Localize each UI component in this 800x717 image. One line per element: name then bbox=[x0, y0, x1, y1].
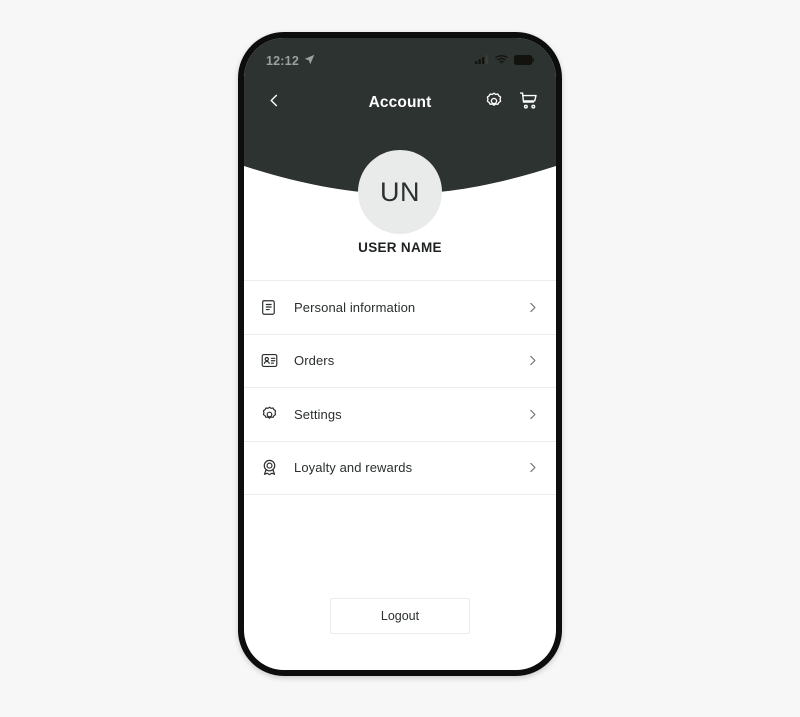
logout-section: Logout bbox=[244, 598, 556, 634]
menu-item-settings[interactable]: Settings bbox=[244, 388, 556, 441]
menu-item-loyalty-and-rewards[interactable]: Loyalty and rewards bbox=[244, 441, 556, 494]
menu-item-orders[interactable]: Orders bbox=[244, 334, 556, 387]
status-bar: 12:12 bbox=[244, 52, 556, 70]
avatar-initials: UN bbox=[380, 176, 420, 207]
wifi-icon bbox=[495, 52, 508, 70]
menu-item-label: Loyalty and rewards bbox=[294, 460, 413, 476]
gear-icon bbox=[484, 91, 504, 116]
award-medal-icon bbox=[258, 457, 280, 479]
chevron-left-icon bbox=[267, 93, 282, 113]
id-card-icon bbox=[258, 350, 280, 372]
menu-divider bbox=[244, 494, 556, 495]
document-person-icon bbox=[258, 296, 280, 318]
gear-icon bbox=[258, 403, 280, 425]
location-arrow-icon bbox=[304, 52, 315, 70]
shopping-cart-icon bbox=[518, 90, 539, 116]
chevron-right-icon bbox=[524, 299, 540, 315]
phone-frame: 12:12 Account UN USER NAME Personal info… bbox=[238, 32, 562, 676]
avatar[interactable]: UN bbox=[358, 150, 442, 234]
settings-button[interactable] bbox=[482, 91, 506, 115]
menu-item-label: Settings bbox=[294, 406, 342, 422]
logout-button[interactable]: Logout bbox=[330, 598, 470, 634]
chevron-right-icon bbox=[524, 353, 540, 369]
menu-item-label: Personal information bbox=[294, 299, 416, 315]
status-bar-right bbox=[475, 52, 534, 70]
account-menu-list: Personal information Orders Settings Loy… bbox=[244, 280, 556, 495]
chevron-right-icon bbox=[524, 406, 540, 422]
status-bar-left: 12:12 bbox=[266, 52, 315, 70]
cart-button[interactable] bbox=[516, 91, 540, 115]
nav-actions bbox=[482, 91, 540, 115]
status-time: 12:12 bbox=[266, 54, 299, 68]
cellular-signal-icon bbox=[475, 52, 489, 70]
back-button[interactable] bbox=[260, 89, 288, 117]
chevron-right-icon bbox=[524, 460, 540, 476]
user-name: USER NAME bbox=[358, 240, 442, 255]
nav-bar: Account bbox=[244, 86, 556, 120]
menu-item-personal-information[interactable]: Personal information bbox=[244, 281, 556, 334]
phone-screen: 12:12 Account UN USER NAME Personal info… bbox=[244, 38, 556, 670]
battery-icon bbox=[514, 52, 534, 70]
menu-item-label: Orders bbox=[294, 353, 335, 369]
